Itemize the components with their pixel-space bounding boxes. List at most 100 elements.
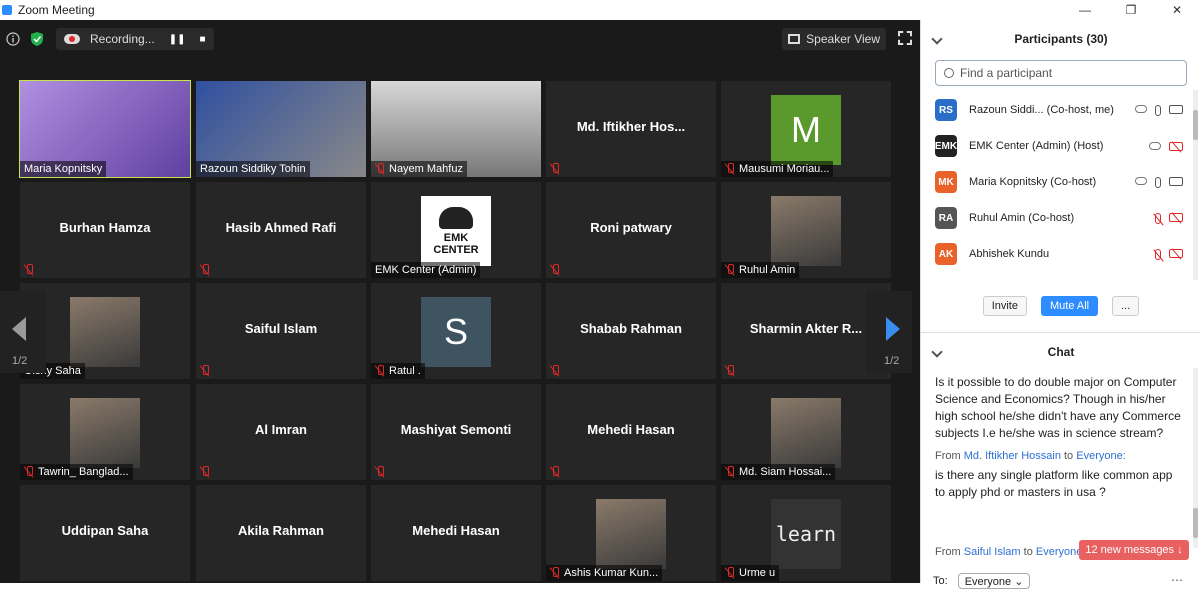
logo-text: CENTER (433, 243, 479, 256)
participant-label (546, 363, 568, 379)
shield-icon[interactable] (26, 28, 48, 50)
search-placeholder: Find a participant (960, 66, 1053, 80)
fullscreen-icon[interactable] (898, 31, 912, 45)
page-indicator-right: 1/2 (884, 355, 900, 367)
mic-muted-icon[interactable] (1155, 248, 1161, 260)
window-titlebar: Zoom Meeting — ❐ ✕ (0, 0, 1200, 20)
participant-row[interactable]: AK Abhishek Kundu (921, 236, 1191, 272)
participant-list-scrollbar[interactable] (1193, 90, 1198, 280)
tree-icon (439, 206, 473, 229)
mic-muted-icon[interactable] (1155, 212, 1161, 224)
camera-off-icon[interactable] (1169, 141, 1183, 151)
participant-row[interactable]: EMK EMK Center (Admin) (Host) (921, 128, 1191, 164)
zoom-app-icon (2, 5, 12, 15)
avatar: RS (935, 99, 957, 121)
participant-tile[interactable]: learn Urme u (721, 485, 891, 581)
participant-tile[interactable]: Maria Kopnitsky (19, 80, 191, 178)
participant-tile[interactable]: EMK CENTER EMK Center (Admin) (371, 182, 541, 278)
scrollbar-thumb[interactable] (1193, 110, 1198, 140)
participant-tile[interactable]: Ashis Kumar Kun... (546, 485, 716, 581)
invite-button[interactable]: Invite (982, 296, 1027, 316)
participant-tile[interactable]: Ruhul Amin (721, 182, 891, 278)
minimize-button[interactable]: — (1062, 0, 1108, 20)
participant-row[interactable]: RA Ruhul Amin (Co-host) (921, 200, 1191, 236)
participant-tile[interactable]: Roni patwary (546, 182, 716, 278)
participant-tile[interactable]: Shabab Rahman (546, 283, 716, 379)
mic-muted-icon (24, 264, 34, 276)
to-label: To: (933, 575, 948, 587)
participant-tile[interactable]: Md. Iftikher Hos... (546, 81, 716, 177)
avatar: AK (935, 243, 957, 265)
participant-tile[interactable]: Md. Siam Hossai... (721, 384, 891, 480)
participant-row[interactable]: RS Razoun Siddi... (Co-host, me) (921, 92, 1191, 128)
participant-name: Mehedi Hasan (412, 523, 500, 538)
pause-recording-icon[interactable]: ❚❚ (169, 34, 186, 45)
profile-photo (771, 398, 841, 468)
previous-page-button[interactable]: 1/2 (0, 291, 46, 373)
info-icon[interactable] (2, 28, 24, 50)
camera-icon[interactable] (1169, 104, 1183, 114)
participant-tile[interactable]: Tawrin_ Banglad... (20, 384, 190, 480)
side-panel: Participants (30) Find a participant RS R… (920, 20, 1200, 589)
microphone-icon[interactable] (1155, 176, 1161, 188)
participant-label: Maria Kopnitsky (20, 161, 107, 177)
participant-tile[interactable]: Al Imran (196, 384, 366, 480)
cloud-record-icon (64, 34, 80, 44)
chevron-down-icon[interactable] (931, 346, 943, 358)
participant-tile[interactable]: Hasib Ahmed Rafi (196, 182, 366, 278)
participant-tile[interactable]: Razoun Siddiky Tohin (196, 81, 366, 177)
view-grid-icon (788, 34, 801, 44)
recording-indicator: Recording... ❚❚ ■ (56, 28, 214, 50)
participant-tile[interactable]: Nayem Mahfuz (371, 81, 541, 177)
participant-tile[interactable]: Mehedi Hasan (371, 485, 541, 581)
maximize-button[interactable]: ❐ (1108, 0, 1154, 20)
new-messages-button[interactable]: 12 new messages ↓ (1079, 540, 1189, 560)
participant-row[interactable]: MK Maria Kopnitsky (Co-host) (921, 164, 1191, 200)
participant-name: Saiful Islam (244, 321, 318, 336)
participant-name: Ruhul Amin (739, 264, 796, 276)
cloud-record-icon (1135, 104, 1147, 113)
chevron-down-icon[interactable] (931, 33, 943, 45)
mic-muted-icon (550, 264, 560, 276)
participant-tile[interactable]: Burhan Hamza (20, 182, 190, 278)
mic-muted-icon (375, 163, 385, 175)
participant-tile[interactable]: S Ratul . (371, 283, 541, 379)
mute-all-button[interactable]: Mute All (1040, 296, 1099, 316)
stop-recording-icon[interactable]: ■ (199, 34, 205, 45)
scrollbar-thumb[interactable] (1193, 508, 1198, 538)
participant-tile[interactable]: M Mausumi Moriau... (721, 81, 891, 177)
participant-label (546, 161, 568, 177)
next-page-button[interactable]: 1/2 (866, 291, 912, 373)
participant-tile[interactable]: Mehedi Hasan (546, 384, 716, 480)
chat-more-icon[interactable]: ⋯ (1171, 573, 1183, 587)
camera-off-icon[interactable] (1169, 248, 1183, 258)
participant-tile[interactable]: Mashiyat Semonti (371, 384, 541, 480)
participant-label (196, 464, 218, 480)
search-icon (944, 68, 954, 78)
camera-off-icon[interactable] (1169, 212, 1183, 222)
to-word: to (1064, 450, 1074, 462)
camera-icon[interactable] (1169, 176, 1183, 186)
participant-name: EMK Center (Admin) (Host) (969, 140, 1104, 152)
participant-label (371, 464, 393, 480)
chat-scrollbar[interactable] (1193, 368, 1198, 548)
more-options-button[interactable]: ... (1112, 296, 1140, 316)
sender-name[interactable]: Md. Iftikher Hossain (964, 450, 1061, 462)
participant-tile[interactable]: Akila Rahman (196, 485, 366, 581)
participant-tile[interactable]: Saiful Islam (196, 283, 366, 379)
participant-name: Urme u (739, 567, 776, 579)
sender-name[interactable]: Saiful Islam (964, 546, 1021, 558)
participant-search-input[interactable]: Find a participant (935, 60, 1187, 86)
mic-muted-icon (24, 466, 34, 478)
speaker-view-button[interactable]: Speaker View (782, 28, 886, 50)
recipient-select[interactable]: Everyone ⌄ (957, 573, 1031, 589)
mic-muted-icon (200, 365, 210, 377)
close-button[interactable]: ✕ (1154, 0, 1200, 20)
profile-photo (771, 196, 841, 266)
right-arrow-icon (886, 317, 900, 341)
microphone-icon[interactable] (1155, 104, 1161, 116)
participant-tile[interactable]: Uddipan Saha (20, 485, 190, 581)
avatar: MK (935, 171, 957, 193)
participant-name: Uddipan Saha (61, 523, 149, 538)
logo-text: EMK (443, 231, 469, 244)
